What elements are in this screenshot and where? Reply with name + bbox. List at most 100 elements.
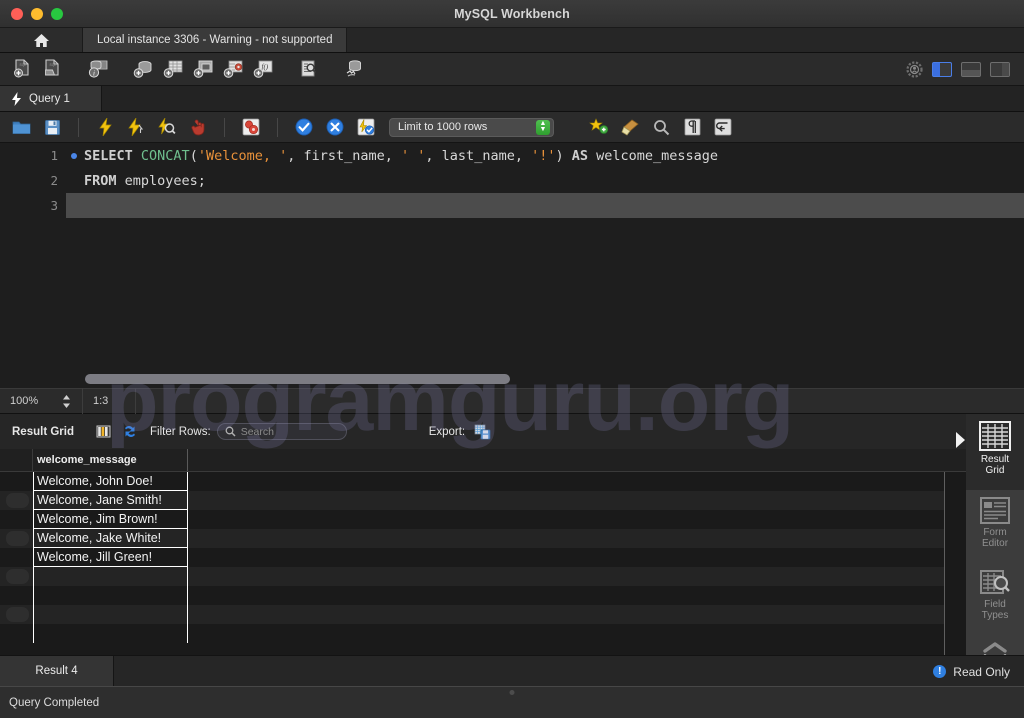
limit-rows-stepper-icon[interactable]: ▲ ▼ [536,119,550,135]
sql-keyword-from: FROM [84,172,125,189]
toggle-invisible-chars-icon[interactable] [679,115,705,139]
new-table-icon[interactable] [160,57,186,81]
cell-welcome-message[interactable]: Welcome, John Doe! [33,472,188,491]
chevron-up-icon[interactable] [983,642,1007,653]
toggle-stop-on-error-icon[interactable] [238,115,264,139]
reconnect-dbms-icon[interactable] [340,57,366,81]
cell-welcome-message[interactable]: Welcome, Jake White! [33,529,188,548]
grid-columns-icon[interactable] [96,424,111,439]
new-procedure-icon[interactable] [220,57,246,81]
table-row-empty[interactable] [0,605,944,624]
result-grid[interactable]: welcome_message Welcome, John Doe! Welco… [0,449,966,655]
beautify-sql-icon[interactable] [586,115,612,139]
side-panel-item-form-editor[interactable]: Form Editor [966,490,1024,562]
cell-empty[interactable] [33,567,188,586]
table-row[interactable]: Welcome, Jake White! [0,529,944,548]
commit-transaction-icon[interactable] [291,115,317,139]
right-arrow-icon[interactable] [956,432,965,448]
editor-horizontal-scrollbar[interactable] [0,371,1024,388]
row-selector[interactable] [0,529,33,548]
mysql-workbench-window: MySQL Workbench Local instance 3306 - Wa… [0,0,1024,718]
execute-statement-icon[interactable] [92,115,118,139]
table-row[interactable]: Welcome, John Doe! [0,472,944,491]
side-panel-item-result-grid[interactable]: Result Grid [966,414,1024,490]
result-grid-title: Result Grid [12,425,74,438]
table-row-empty[interactable] [0,624,944,643]
row-selector[interactable] [0,491,33,510]
table-row-empty[interactable] [0,586,944,605]
row-selector[interactable] [0,548,33,567]
sql-function-concat: CONCAT [140,147,190,164]
row-selector[interactable] [0,586,33,605]
row-selector[interactable] [0,510,33,529]
result-tab-result-4[interactable]: Result 4 [0,656,114,686]
column-header-welcome-message[interactable]: welcome_message [33,449,188,471]
toggle-word-wrap-icon[interactable] [710,115,736,139]
find-icon[interactable] [648,115,674,139]
main-toolbar-right-group [906,60,1010,78]
sql-editor[interactable]: 1 2 3 SELECT CONCAT('Welcome, ', first_n… [0,143,1024,371]
zoom-stepper[interactable] [50,388,82,414]
editor-scrollbar-thumb[interactable] [85,374,510,384]
refresh-icon[interactable] [122,424,138,439]
rollback-transaction-icon[interactable] [322,115,348,139]
line-number-1: 1 [0,143,77,168]
row-selector[interactable] [0,472,33,491]
stop-execution-icon[interactable] [185,115,211,139]
cell-welcome-message[interactable]: Welcome, Jane Smith! [33,491,188,510]
zoom-level[interactable]: 100% [0,388,50,414]
connection-info-icon[interactable]: i [85,57,111,81]
row-selector[interactable] [0,605,33,624]
save-file-icon[interactable] [39,115,65,139]
cell-welcome-message[interactable]: Welcome, Jill Green! [33,548,188,567]
new-sql-tab-icon[interactable]: SQL [10,57,36,81]
table-row-empty[interactable] [0,567,944,586]
side-panel-item-field-types[interactable]: Field Types [966,562,1024,634]
clear-sql-icon[interactable] [617,115,643,139]
table-row[interactable]: Welcome, Jill Green! [0,548,944,567]
table-row[interactable]: Welcome, Jane Smith! [0,491,944,510]
new-schema-icon[interactable] [130,57,156,81]
side-panel-label-line2: Editor [981,538,1009,549]
table-row[interactable]: Welcome, Jim Brown! [0,510,944,529]
svg-text:SQL: SQL [50,63,57,67]
explain-statement-icon[interactable] [154,115,180,139]
row-selector-header [0,449,33,471]
result-grid-body[interactable]: Welcome, John Doe! Welcome, Jane Smith! … [0,472,945,655]
status-bar-resize-handle[interactable] [509,690,515,695]
cell-filler [188,491,944,510]
code-line-2[interactable]: FROM employees; [66,168,1024,193]
svg-text:i: i [93,70,95,78]
toggle-autocommit-icon[interactable] [353,115,379,139]
editor-code-area[interactable]: SELECT CONCAT('Welcome, ', first_name, '… [66,143,1024,371]
cell-welcome-message[interactable]: Welcome, Jim Brown! [33,510,188,529]
result-grid-header: welcome_message [0,449,966,472]
query-tab-query-1[interactable]: Query 1 [0,86,102,111]
open-file-icon[interactable] [8,115,34,139]
connection-tab[interactable]: Local instance 3306 - Warning - not supp… [83,28,348,52]
status-message: Query Completed [9,696,100,709]
cell-empty[interactable] [33,624,188,643]
execute-current-statement-icon[interactable] [123,115,149,139]
export-recordset-icon[interactable] [474,424,491,440]
new-function-icon[interactable]: f() [250,57,276,81]
admin-settings-icon[interactable] [906,60,923,78]
title-bar: MySQL Workbench [0,0,1024,28]
toggle-sidebar-icon[interactable] [932,61,952,77]
open-sql-script-icon[interactable]: SQL [40,57,66,81]
row-selector[interactable] [0,567,33,586]
cell-empty[interactable] [33,586,188,605]
home-icon [33,33,50,48]
filter-rows-search-input[interactable]: Search [216,423,347,440]
limit-rows-select[interactable]: Limit to 1000 rows ▲ ▼ [389,117,554,137]
toggle-output-panel-icon[interactable] [961,61,981,77]
code-line-3[interactable] [66,193,1024,218]
new-view-icon[interactable] [190,57,216,81]
inspect-schema-icon[interactable] [295,57,321,81]
toggle-secondary-sidebar-icon[interactable] [990,61,1010,77]
code-line-1[interactable]: SELECT CONCAT('Welcome, ', first_name, '… [66,143,1024,168]
cell-empty[interactable] [33,605,188,624]
row-selector[interactable] [0,624,33,643]
sql-string-welcome: 'Welcome, ' [197,147,288,164]
home-tab[interactable] [0,28,83,52]
